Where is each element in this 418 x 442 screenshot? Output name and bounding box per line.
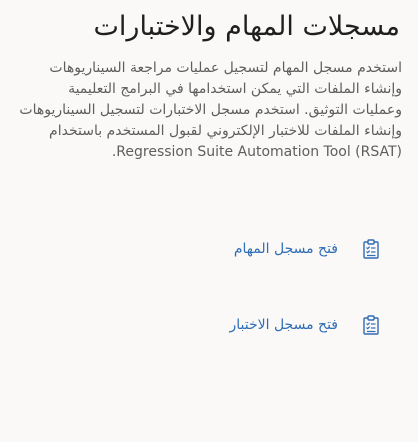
clipboard-checklist-icon <box>360 314 382 336</box>
open-test-recorder-link[interactable]: فتح مسجل الاختبار <box>230 314 383 336</box>
open-task-recorder-label[interactable]: فتح مسجل المهام <box>234 241 338 257</box>
clipboard-checklist-icon <box>360 238 382 260</box>
open-task-recorder-link[interactable]: فتح مسجل المهام <box>234 238 382 260</box>
recorders-panel: مسجلات المهام والاختبارات استخدم مسجل ال… <box>0 0 418 442</box>
panel-description: استخدم مسجل المهام لتسجيل عمليات مراجعة … <box>19 60 402 160</box>
panel-title: مسجلات المهام والاختبارات <box>93 11 400 42</box>
open-test-recorder-label[interactable]: فتح مسجل الاختبار <box>230 317 339 333</box>
